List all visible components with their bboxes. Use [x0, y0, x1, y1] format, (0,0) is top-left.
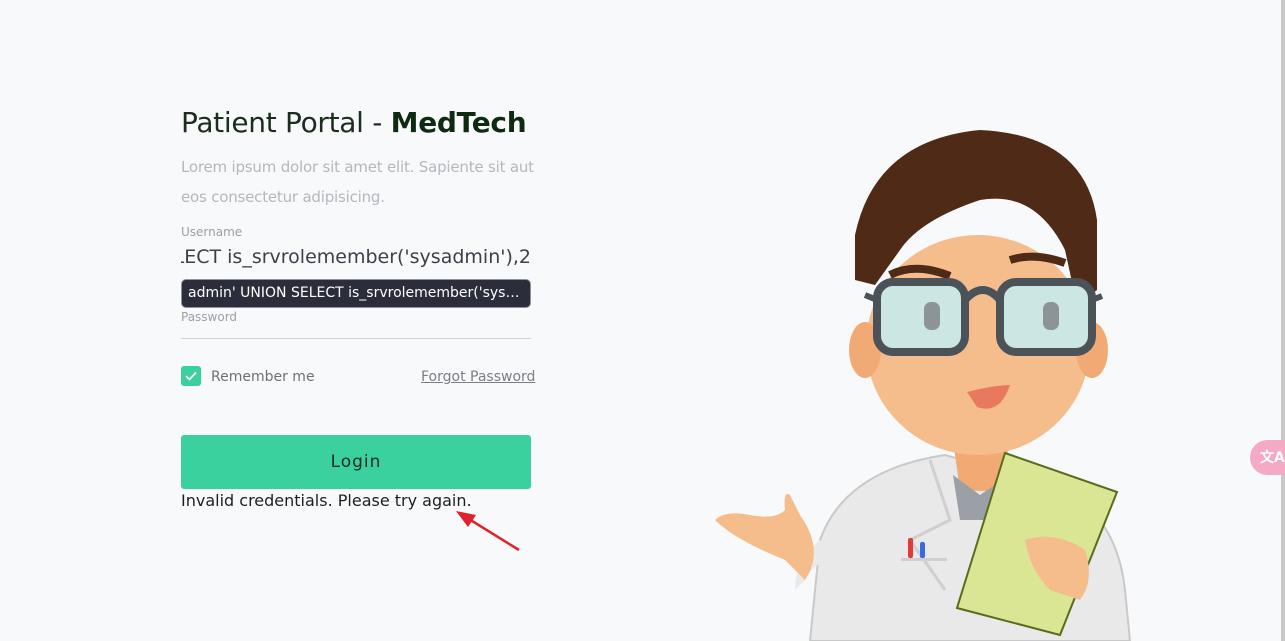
translate-icon: 文A [1260, 450, 1285, 466]
translate-button[interactable]: 文A [1250, 440, 1285, 475]
page-scrollbar[interactable] [1281, 0, 1285, 641]
remember-me-checkbox[interactable] [181, 366, 201, 386]
password-input[interactable] [181, 338, 531, 339]
doctor-illustration [715, 130, 1132, 641]
page-subtitle: Lorem ipsum dolor sit amet elit. Sapient… [181, 158, 534, 206]
error-message: Invalid credentials. Please try again. [181, 491, 472, 510]
check-icon [185, 371, 197, 381]
title-prefix: Patient Portal - [181, 106, 391, 139]
page-title: Patient Portal - MedTech [181, 106, 527, 139]
remember-me-label: Remember me [211, 369, 315, 385]
login-button[interactable]: Login [181, 435, 531, 489]
username-label: Username [181, 225, 243, 239]
brand-name: MedTech [390, 106, 527, 139]
autofill-suggestion[interactable]: admin' UNION SELECT is_srvrolemember('sy… [181, 279, 531, 308]
username-input[interactable] [181, 241, 531, 273]
annotation-arrow [456, 511, 520, 552]
password-label: Password [181, 310, 238, 324]
forgot-password-link[interactable]: Forgot Password [421, 369, 535, 385]
